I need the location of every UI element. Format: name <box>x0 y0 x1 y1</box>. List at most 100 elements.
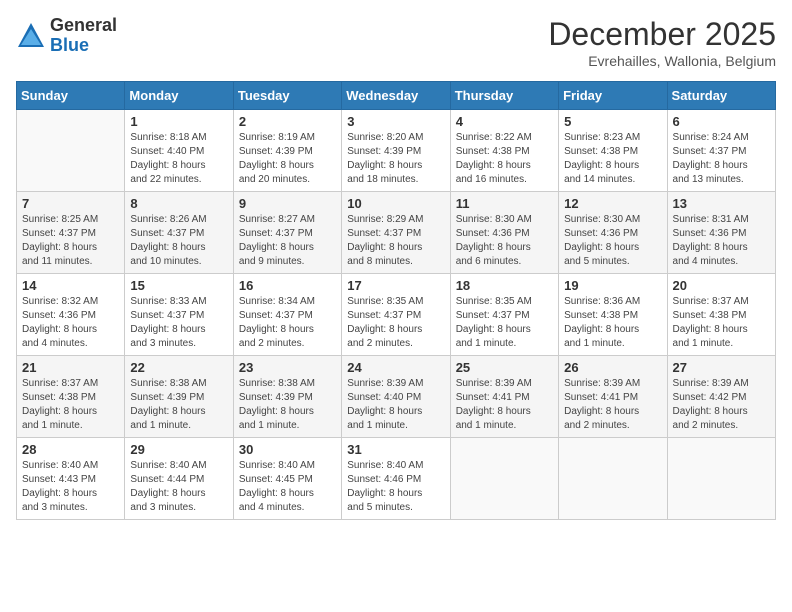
day-number: 28 <box>22 442 119 457</box>
calendar-cell: 11 Sunrise: 8:30 AM Sunset: 4:36 PM Dayli… <box>450 192 558 274</box>
day-info: Sunrise: 8:24 AM Sunset: 4:37 PM Dayligh… <box>673 131 770 187</box>
day-info: Sunrise: 8:35 AM Sunset: 4:37 PM Dayligh… <box>347 295 444 351</box>
day-number: 31 <box>347 442 444 457</box>
calendar-table: SundayMondayTuesdayWednesdayThursdayFrid… <box>16 81 776 520</box>
logo-text: General Blue <box>50 16 117 56</box>
day-info: Sunrise: 8:31 AM Sunset: 4:36 PM Dayligh… <box>673 213 770 269</box>
day-number: 15 <box>130 278 227 293</box>
day-info: Sunrise: 8:26 AM Sunset: 4:37 PM Dayligh… <box>130 213 227 269</box>
calendar-cell: 16Sunrise: 8:34 AM Sunset: 4:37 PM Dayli… <box>233 274 341 356</box>
day-info: Sunrise: 8:37 AM Sunset: 4:38 PM Dayligh… <box>22 377 119 433</box>
calendar-cell: 17 Sunrise: 8:35 AM Sunset: 4:37 PM Dayli… <box>342 274 450 356</box>
day-number: 17 <box>347 278 444 293</box>
calendar-cell: 19 Sunrise: 8:36 AM Sunset: 4:38 PM Dayli… <box>559 274 667 356</box>
day-info: Sunrise: 8:40 AM Sunset: 4:44 PM Dayligh… <box>130 459 227 515</box>
day-header-thursday: Thursday <box>450 82 558 110</box>
calendar-cell: 7 Sunrise: 8:25 AM Sunset: 4:37 PM Daylig… <box>17 192 125 274</box>
day-number: 18 <box>456 278 553 293</box>
day-header-friday: Friday <box>559 82 667 110</box>
day-info: Sunrise: 8:37 AM Sunset: 4:38 PM Dayligh… <box>673 295 770 351</box>
day-number: 11 <box>456 196 553 211</box>
calendar-week-5: 28 Sunrise: 8:40 AM Sunset: 4:43 PM Dayli… <box>17 438 776 520</box>
day-info: Sunrise: 8:25 AM Sunset: 4:37 PM Dayligh… <box>22 213 119 269</box>
day-header-monday: Monday <box>125 82 233 110</box>
calendar-week-3: 14Sunrise: 8:32 AM Sunset: 4:36 PM Dayli… <box>17 274 776 356</box>
day-number: 7 <box>22 196 119 211</box>
day-info: Sunrise: 8:39 AM Sunset: 4:41 PM Dayligh… <box>564 377 661 433</box>
logo-icon <box>16 21 46 51</box>
day-info: Sunrise: 8:20 AM Sunset: 4:39 PM Dayligh… <box>347 131 444 187</box>
header-row: SundayMondayTuesdayWednesdayThursdayFrid… <box>17 82 776 110</box>
day-info: Sunrise: 8:40 AM Sunset: 4:46 PM Dayligh… <box>347 459 444 515</box>
day-number: 10 <box>347 196 444 211</box>
day-number: 13 <box>673 196 770 211</box>
calendar-cell: 13 Sunrise: 8:31 AM Sunset: 4:36 PM Dayli… <box>667 192 775 274</box>
calendar-cell: 6Sunrise: 8:24 AM Sunset: 4:37 PM Daylig… <box>667 110 775 192</box>
day-number: 27 <box>673 360 770 375</box>
day-info: Sunrise: 8:19 AM Sunset: 4:39 PM Dayligh… <box>239 131 336 187</box>
calendar-cell: 31 Sunrise: 8:40 AM Sunset: 4:46 PM Dayli… <box>342 438 450 520</box>
day-info: Sunrise: 8:30 AM Sunset: 4:36 PM Dayligh… <box>456 213 553 269</box>
day-info: Sunrise: 8:39 AM Sunset: 4:42 PM Dayligh… <box>673 377 770 433</box>
day-number: 20 <box>673 278 770 293</box>
day-number: 1 <box>130 114 227 129</box>
day-info: Sunrise: 8:36 AM Sunset: 4:38 PM Dayligh… <box>564 295 661 351</box>
day-number: 3 <box>347 114 444 129</box>
day-number: 26 <box>564 360 661 375</box>
day-number: 25 <box>456 360 553 375</box>
day-number: 30 <box>239 442 336 457</box>
day-number: 12 <box>564 196 661 211</box>
location-subtitle: Evrehailles, Wallonia, Belgium <box>548 53 776 69</box>
day-info: Sunrise: 8:40 AM Sunset: 4:43 PM Dayligh… <box>22 459 119 515</box>
calendar-week-4: 21 Sunrise: 8:37 AM Sunset: 4:38 PM Dayli… <box>17 356 776 438</box>
calendar-cell: 2Sunrise: 8:19 AM Sunset: 4:39 PM Daylig… <box>233 110 341 192</box>
logo-blue-label: Blue <box>50 36 117 56</box>
calendar-cell: 26 Sunrise: 8:39 AM Sunset: 4:41 PM Dayli… <box>559 356 667 438</box>
calendar-header: SundayMondayTuesdayWednesdayThursdayFrid… <box>17 82 776 110</box>
day-info: Sunrise: 8:34 AM Sunset: 4:37 PM Dayligh… <box>239 295 336 351</box>
day-header-tuesday: Tuesday <box>233 82 341 110</box>
day-number: 22 <box>130 360 227 375</box>
calendar-body: 1Sunrise: 8:18 AM Sunset: 4:40 PM Daylig… <box>17 110 776 520</box>
month-title: December 2025 <box>548 16 776 53</box>
day-header-saturday: Saturday <box>667 82 775 110</box>
day-info: Sunrise: 8:30 AM Sunset: 4:36 PM Dayligh… <box>564 213 661 269</box>
day-info: Sunrise: 8:38 AM Sunset: 4:39 PM Dayligh… <box>239 377 336 433</box>
day-number: 24 <box>347 360 444 375</box>
calendar-cell: 20 Sunrise: 8:37 AM Sunset: 4:38 PM Dayli… <box>667 274 775 356</box>
day-info: Sunrise: 8:27 AM Sunset: 4:37 PM Dayligh… <box>239 213 336 269</box>
day-number: 19 <box>564 278 661 293</box>
logo: General Blue <box>16 16 117 56</box>
calendar-cell: 28 Sunrise: 8:40 AM Sunset: 4:43 PM Dayli… <box>17 438 125 520</box>
calendar-cell <box>667 438 775 520</box>
day-number: 23 <box>239 360 336 375</box>
day-header-wednesday: Wednesday <box>342 82 450 110</box>
calendar-cell: 25 Sunrise: 8:39 AM Sunset: 4:41 PM Dayli… <box>450 356 558 438</box>
day-info: Sunrise: 8:23 AM Sunset: 4:38 PM Dayligh… <box>564 131 661 187</box>
day-info: Sunrise: 8:35 AM Sunset: 4:37 PM Dayligh… <box>456 295 553 351</box>
day-info: Sunrise: 8:33 AM Sunset: 4:37 PM Dayligh… <box>130 295 227 351</box>
day-info: Sunrise: 8:29 AM Sunset: 4:37 PM Dayligh… <box>347 213 444 269</box>
calendar-cell: 1Sunrise: 8:18 AM Sunset: 4:40 PM Daylig… <box>125 110 233 192</box>
calendar-cell <box>17 110 125 192</box>
calendar-week-2: 7 Sunrise: 8:25 AM Sunset: 4:37 PM Daylig… <box>17 192 776 274</box>
calendar-cell <box>450 438 558 520</box>
day-header-sunday: Sunday <box>17 82 125 110</box>
calendar-cell: 12 Sunrise: 8:30 AM Sunset: 4:36 PM Dayli… <box>559 192 667 274</box>
day-number: 9 <box>239 196 336 211</box>
calendar-cell: 10 Sunrise: 8:29 AM Sunset: 4:37 PM Dayli… <box>342 192 450 274</box>
calendar-cell: 4Sunrise: 8:22 AM Sunset: 4:38 PM Daylig… <box>450 110 558 192</box>
day-info: Sunrise: 8:39 AM Sunset: 4:41 PM Dayligh… <box>456 377 553 433</box>
day-number: 8 <box>130 196 227 211</box>
calendar-cell: 29Sunrise: 8:40 AM Sunset: 4:44 PM Dayli… <box>125 438 233 520</box>
day-number: 14 <box>22 278 119 293</box>
calendar-cell: 9 Sunrise: 8:27 AM Sunset: 4:37 PM Daylig… <box>233 192 341 274</box>
day-number: 21 <box>22 360 119 375</box>
calendar-cell: 3 Sunrise: 8:20 AM Sunset: 4:39 PM Daylig… <box>342 110 450 192</box>
calendar-cell: 21 Sunrise: 8:37 AM Sunset: 4:38 PM Dayli… <box>17 356 125 438</box>
calendar-cell: 15 Sunrise: 8:33 AM Sunset: 4:37 PM Dayli… <box>125 274 233 356</box>
calendar-week-1: 1Sunrise: 8:18 AM Sunset: 4:40 PM Daylig… <box>17 110 776 192</box>
calendar-cell <box>559 438 667 520</box>
calendar-cell: 22Sunrise: 8:38 AM Sunset: 4:39 PM Dayli… <box>125 356 233 438</box>
title-area: December 2025 Evrehailles, Wallonia, Bel… <box>548 16 776 69</box>
